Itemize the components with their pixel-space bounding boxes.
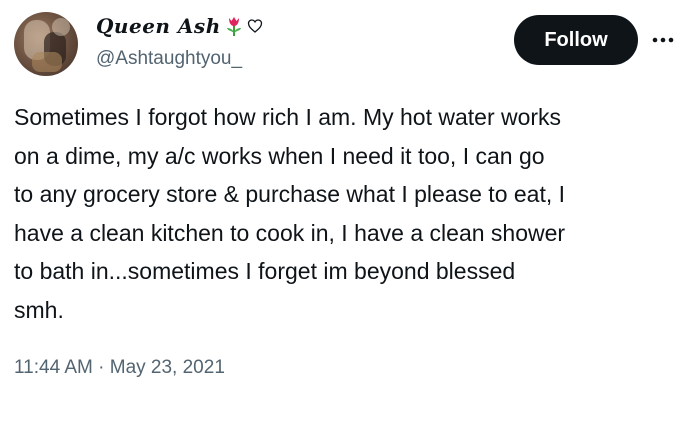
- tweet-text-line: smh.: [14, 296, 64, 323]
- tweet-text-line: to any grocery store & purchase what I p…: [14, 181, 566, 207]
- more-dots-icon: [652, 37, 674, 43]
- tweet-card: Queen Ash @Ashtaughtyou_ Follow Sometime…: [0, 0, 700, 423]
- tweet-timestamp[interactable]: 11:44 AM · May 23, 2021: [14, 357, 225, 379]
- tweet-text-line: on a dime, my a/c works when I need it t…: [14, 142, 545, 169]
- avatar-detail: [52, 18, 70, 36]
- avatar-detail: [32, 52, 62, 72]
- display-name[interactable]: Queen Ash: [96, 14, 221, 38]
- tweet-text-line: to bath in...sometimes I forget im beyon…: [14, 258, 516, 284]
- follow-button[interactable]: Follow: [514, 15, 638, 65]
- author-name-row[interactable]: Queen Ash: [96, 14, 263, 38]
- user-handle[interactable]: @Ashtaughtyou_: [96, 48, 242, 70]
- tweet-text-line: Sometimes I forgot how rich I am. My hot…: [14, 104, 562, 130]
- tweet-text: Sometimes I forgot how rich I am. My hot…: [14, 98, 690, 329]
- more-options-button[interactable]: [648, 28, 678, 52]
- tulip-emoji-icon: [225, 15, 243, 37]
- tweet-text-line: have a clean kitchen to cook in, I have …: [14, 219, 566, 246]
- heart-outline-icon: [247, 18, 263, 34]
- avatar[interactable]: [14, 12, 78, 76]
